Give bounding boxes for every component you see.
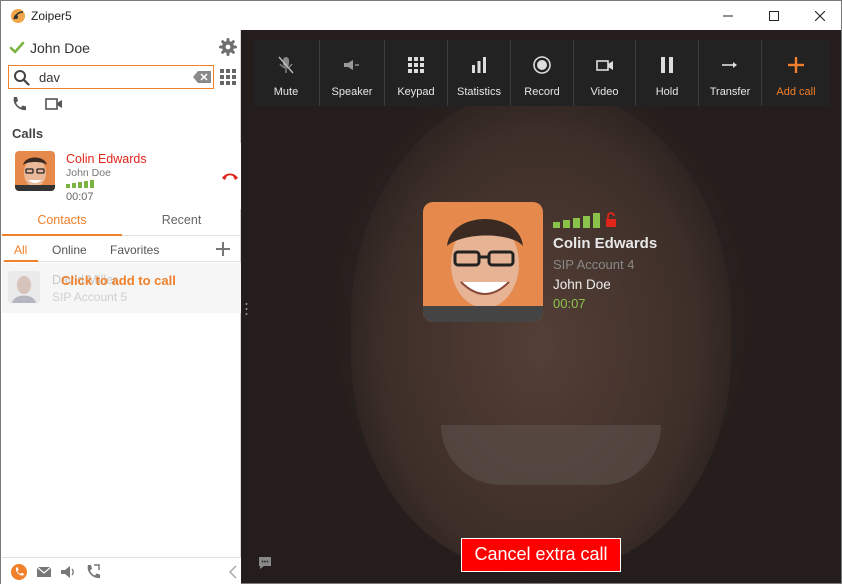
filter-online[interactable]: Online [52, 243, 87, 257]
dialpad-icon[interactable] [220, 69, 236, 85]
call-timer: 00:07 [66, 191, 94, 203]
statistics-button[interactable]: Statistics [448, 40, 511, 106]
account-status[interactable]: John Doe [9, 38, 90, 58]
cancel-extra-call-button[interactable]: Cancel extra call [461, 538, 621, 572]
speaker-icon[interactable] [60, 564, 76, 580]
video-camera-icon [595, 60, 613, 71]
record-button[interactable]: Record [511, 40, 574, 106]
plus-icon[interactable] [215, 241, 231, 257]
envelope-icon[interactable] [36, 564, 52, 580]
mute-label: Mute [273, 86, 299, 98]
filter-all[interactable]: All [14, 243, 27, 257]
hang-up-icon[interactable] [221, 171, 239, 181]
contact-photo-icon [8, 271, 40, 303]
keypad-icon [408, 57, 424, 73]
chat-bubble-icon[interactable] [257, 555, 273, 571]
callee-avatar [423, 202, 543, 322]
phone-icon[interactable] [11, 96, 27, 112]
speaker-button[interactable]: Speaker [320, 40, 385, 106]
contacts-recent-tabs: Contacts Recent [2, 209, 241, 236]
minimize-icon [723, 15, 733, 17]
search-box [8, 65, 214, 89]
calls-heading: Calls [12, 126, 44, 141]
close-button[interactable] [797, 1, 842, 31]
search-icon [14, 70, 30, 86]
minimize-button[interactable] [705, 1, 751, 31]
check-icon [9, 41, 25, 54]
search-input[interactable] [39, 68, 189, 86]
filter-all-underline [4, 260, 38, 262]
call-forward-icon[interactable] [85, 564, 101, 580]
callee-user: John Doe [553, 277, 611, 292]
caller-account: John Doe [66, 167, 111, 179]
speaker-label: Speaker [331, 86, 373, 98]
call-toolbar: Mute Speaker Keypad Statistics Record Vi… [253, 40, 830, 106]
signal-strength-icon [553, 213, 600, 228]
video-camera-icon[interactable] [45, 98, 63, 110]
maximize-button[interactable] [751, 1, 797, 31]
click-to-add-hint: Click to add to call [61, 273, 176, 288]
arrow-right-icon [722, 62, 737, 68]
title-bar: Zoiper5 [0, 0, 842, 30]
user-name: John Doe [30, 40, 90, 56]
filter-favorites[interactable]: Favorites [110, 243, 159, 257]
callee-photo-icon [423, 202, 543, 322]
callee-name: Colin Edwards [553, 235, 658, 252]
hold-button[interactable]: Hold [636, 40, 699, 106]
caller-name: Colin Edwards [66, 152, 147, 166]
record-icon [533, 56, 551, 74]
video-label: Video [590, 86, 619, 98]
transfer-button[interactable]: Transfer [699, 40, 762, 106]
active-call-card: Colin Edwards SIP Account 4 John Doe 00:… [423, 202, 683, 322]
signal-strength-icon [66, 180, 94, 188]
bar-chart-icon [472, 57, 486, 73]
add-call-label: Add call [776, 86, 816, 98]
muted-microphone-icon [278, 56, 294, 74]
window-title: Zoiper5 [31, 9, 72, 23]
splitter-handle-icon[interactable] [245, 302, 248, 316]
plus-icon [788, 57, 804, 73]
record-label: Record [524, 86, 560, 98]
contact-list-item[interactable]: David Miller SIP Account 5 Click to add … [2, 263, 241, 313]
pause-icon [661, 57, 673, 73]
tab-recent[interactable]: Recent [122, 209, 241, 236]
sidebar: John Doe Calls Coli [0, 30, 241, 584]
call-list-item[interactable]: Colin Edwards John Doe 00:07 [2, 143, 241, 209]
call-view: Mute Speaker Keypad Statistics Record Vi… [241, 30, 842, 584]
close-icon [815, 11, 825, 21]
keypad-label: Keypad [397, 86, 435, 98]
add-call-button[interactable]: Add call [762, 40, 830, 106]
keypad-button[interactable]: Keypad [385, 40, 448, 106]
contact-account: SIP Account 5 [52, 290, 128, 304]
collapse-chevron-icon[interactable] [228, 565, 238, 579]
gear-icon[interactable] [219, 38, 237, 56]
video-button[interactable]: Video [574, 40, 636, 106]
zoiper-logo-icon [11, 9, 25, 23]
speaker-icon [344, 60, 359, 70]
bottom-toolbar [2, 557, 241, 584]
clear-search-icon[interactable] [193, 71, 211, 83]
unlocked-icon [606, 212, 616, 227]
callee-timer: 00:07 [553, 296, 586, 311]
caller-avatar [15, 151, 55, 191]
caller-photo-icon [15, 151, 55, 191]
callee-account: SIP Account 4 [553, 257, 635, 272]
contact-avatar [8, 271, 40, 303]
hold-label: Hold [655, 86, 679, 98]
maximize-icon [769, 11, 779, 21]
phone-circle-icon[interactable] [11, 564, 27, 580]
statistics-label: Statistics [456, 86, 501, 98]
mute-button[interactable]: Mute [253, 40, 320, 106]
tab-contacts[interactable]: Contacts [2, 209, 122, 236]
contact-filter-tabs: All Online Favorites [2, 238, 241, 262]
transfer-label: Transfer [709, 86, 751, 98]
